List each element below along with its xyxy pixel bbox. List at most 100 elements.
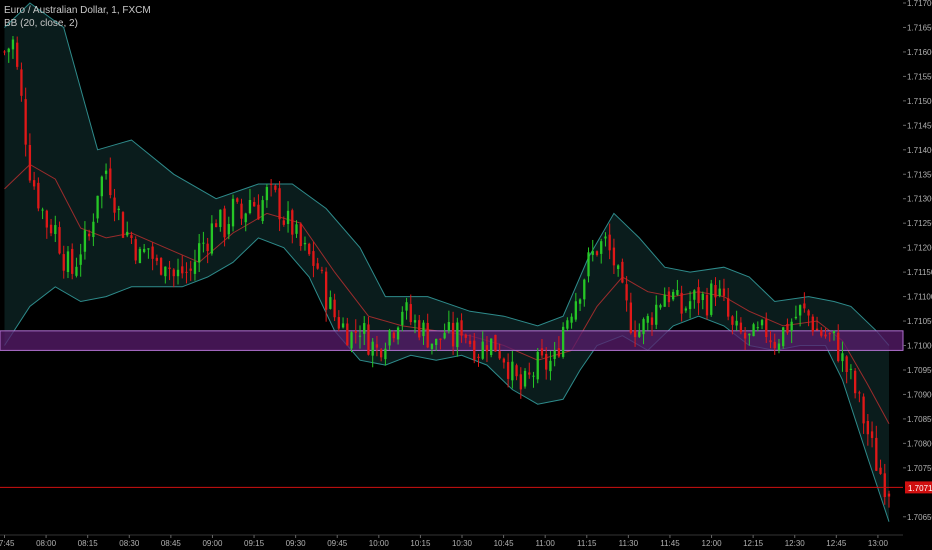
- candle-body: [578, 299, 582, 304]
- support-zone: [0, 330, 904, 351]
- candle-body: [316, 263, 319, 269]
- candle-body: [735, 320, 738, 326]
- symbol-title[interactable]: Euro / Australian Dollar, 1, FXCM: [4, 4, 151, 17]
- candle-body: [278, 188, 281, 220]
- time-tick-label: 13:00: [868, 539, 889, 548]
- candle-body: [756, 327, 759, 329]
- candle-body: [875, 437, 878, 471]
- candle-body: [405, 302, 408, 311]
- candle-body: [616, 265, 620, 269]
- candle-body: [676, 290, 679, 296]
- candle-body: [350, 332, 353, 349]
- candle-body: [176, 269, 180, 277]
- candle-body: [219, 209, 222, 227]
- candle-body: [786, 323, 789, 333]
- price-tick-label: 1.71050: [907, 317, 932, 326]
- candle-body: [807, 310, 810, 316]
- time-tick-label: 08:00: [36, 539, 57, 548]
- candle-body: [667, 291, 671, 303]
- time-tick-label: 12:00: [702, 539, 723, 548]
- candle-body: [561, 326, 565, 357]
- candle-body: [185, 271, 188, 273]
- candle-body: [714, 284, 717, 298]
- candle-body: [248, 200, 252, 214]
- candle-body: [371, 341, 374, 356]
- candle-body: [553, 350, 556, 360]
- candle-body: [528, 372, 531, 375]
- price-tick-label: 1.71650: [907, 23, 932, 32]
- price-tick-label: 1.71500: [907, 97, 932, 106]
- candle-body: [261, 200, 264, 222]
- candle-body: [37, 182, 40, 209]
- candle-body: [468, 340, 472, 345]
- time-tick-label: 11:00: [535, 539, 555, 548]
- candle-body: [274, 185, 277, 190]
- candle-body: [32, 180, 36, 187]
- candle-body: [498, 351, 501, 359]
- candle-body: [798, 305, 802, 316]
- candle-body: [11, 39, 15, 50]
- time-tick-label: 12:30: [785, 539, 806, 548]
- candle-body: [83, 230, 87, 252]
- time-tick-label: 09:00: [202, 539, 223, 548]
- candle-body: [477, 356, 480, 359]
- candle-body: [172, 269, 175, 277]
- candle-body: [16, 42, 19, 67]
- candle-body: [66, 251, 70, 273]
- candle-body: [291, 210, 294, 235]
- candle-body: [422, 322, 425, 337]
- price-tick-label: 1.71000: [907, 342, 932, 351]
- candle-body: [515, 365, 518, 377]
- candle-body: [117, 208, 120, 210]
- candle-body: [494, 334, 497, 352]
- candle-body: [303, 242, 307, 245]
- candle-body: [460, 320, 463, 336]
- candle-body: [655, 304, 658, 325]
- candle-body: [600, 241, 603, 254]
- time-tick-label: 09:30: [286, 539, 307, 548]
- candle-body: [257, 204, 260, 220]
- candle-body: [58, 227, 61, 254]
- candle-body: [401, 311, 404, 326]
- candle-body: [126, 231, 129, 236]
- price-tick-label: 1.71150: [907, 268, 932, 277]
- candle-body: [587, 252, 590, 277]
- candle-body: [104, 170, 108, 174]
- candle-body: [430, 343, 434, 349]
- candle-body: [151, 246, 154, 259]
- price-chart[interactable]: 1.70710 1.71700 1.71650 1.71600 1.71550 1.71…: [0, 0, 932, 550]
- candle-body: [633, 330, 637, 338]
- candle-body: [718, 288, 721, 296]
- candle-body: [341, 323, 345, 328]
- candle-body: [443, 332, 446, 339]
- candle-body: [642, 319, 645, 335]
- price-tick-label: 1.70900: [907, 390, 932, 399]
- candle-body: [490, 338, 493, 355]
- candle-body: [722, 288, 726, 296]
- price-tick-label: 1.70950: [907, 366, 932, 375]
- candle-body: [731, 316, 734, 325]
- candle-body: [773, 341, 776, 349]
- candle-body: [663, 294, 666, 307]
- candle-body: [244, 213, 247, 223]
- candle-body: [502, 358, 506, 363]
- candle-body: [358, 335, 362, 337]
- time-tick-label: 10:15: [410, 539, 431, 548]
- candle-body: [621, 261, 624, 283]
- candle-body: [418, 320, 421, 338]
- candle-body: [887, 493, 891, 497]
- candle-body: [265, 187, 269, 201]
- candle-body: [312, 251, 315, 266]
- candle-body: [790, 321, 793, 331]
- candle-body: [168, 267, 171, 269]
- candle-body: [688, 301, 692, 310]
- candle-body: [464, 334, 467, 338]
- time-tick-label: 10:45: [494, 539, 515, 548]
- candle-body: [164, 266, 167, 277]
- candle-body: [227, 224, 230, 235]
- candle-body: [49, 224, 53, 234]
- candle-body: [329, 297, 332, 309]
- indicator-title[interactable]: BB (20, close, 2): [4, 17, 151, 30]
- candle-body: [337, 317, 340, 329]
- candle-body: [451, 322, 455, 347]
